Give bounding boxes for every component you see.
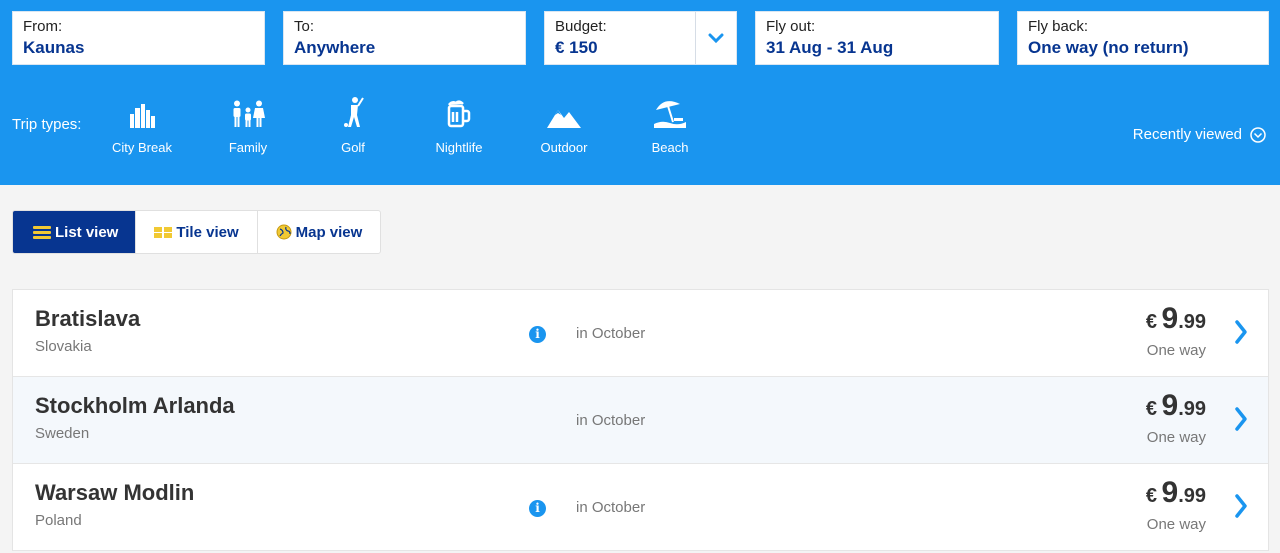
tile-view-label: Tile view <box>176 223 239 241</box>
beer-icon <box>447 100 471 128</box>
to-value: Anywhere <box>294 38 376 57</box>
price-decimal: .99 <box>1178 485 1206 507</box>
fly-back-field[interactable]: Fly back: One way (no return) <box>1017 11 1269 65</box>
fly-out-field[interactable]: Fly out: 31 Aug - 31 Aug <box>755 11 999 65</box>
beach-umbrella-icon <box>654 101 686 128</box>
price-currency: € <box>1145 485 1158 507</box>
family-icon <box>233 100 265 127</box>
trip-type-golf[interactable]: Golf <box>308 94 398 155</box>
price: € 9.99 <box>1146 476 1206 510</box>
table-row[interactable]: Warsaw Modlin Poland i in October € 9.99… <box>13 464 1268 551</box>
trip-type-family[interactable]: Family <box>203 94 293 155</box>
city-icon <box>130 104 155 128</box>
trip-kind: One way <box>1146 429 1206 446</box>
trip-kind: One way <box>1146 516 1206 533</box>
chevron-right-icon[interactable] <box>1234 493 1248 519</box>
golf-icon <box>344 97 364 127</box>
price-integer: 9 <box>1161 302 1179 335</box>
trip-type-label: City Break <box>112 140 172 155</box>
tile-icon <box>154 227 173 238</box>
trip-type-city-break[interactable]: City Break <box>97 94 187 155</box>
search-header: From: Kaunas To: Anywhere Budget: € 150 … <box>0 0 1280 185</box>
trip-types-label: Trip types: <box>12 116 82 133</box>
trip-type-label: Outdoor <box>540 140 588 155</box>
list-icon <box>33 226 51 239</box>
price-currency: € <box>1145 398 1158 420</box>
price-decimal: .99 <box>1178 398 1206 420</box>
info-icon[interactable]: i <box>529 500 546 517</box>
chevron-circle-down-icon <box>1250 126 1266 143</box>
price-currency: € <box>1145 311 1158 333</box>
fly-back-value: One way (no return) <box>1028 38 1189 57</box>
map-view-label: Map view <box>295 223 363 241</box>
map-view-button[interactable]: Map view <box>258 211 381 253</box>
trip-type-nightlife[interactable]: Nightlife <box>414 94 504 155</box>
destination-city: Bratislava <box>35 306 141 331</box>
trip-type-label: Golf <box>341 140 365 155</box>
budget-field[interactable]: Budget: € 150 <box>544 11 737 65</box>
info-icon[interactable]: i <box>529 326 546 343</box>
from-field[interactable]: From: Kaunas <box>12 11 265 65</box>
destination-list: Bratislava Slovakia i in October € 9.99 … <box>12 289 1269 551</box>
price-integer: 9 <box>1161 389 1179 422</box>
travel-period: in October <box>576 325 646 342</box>
from-label: From: <box>23 18 63 35</box>
table-row[interactable]: Bratislava Slovakia i in October € 9.99 … <box>13 290 1268 377</box>
price: € 9.99 <box>1146 302 1206 336</box>
trip-type-label: Nightlife <box>435 140 483 155</box>
trip-type-outdoor[interactable]: Outdoor <box>519 94 609 155</box>
trip-type-beach[interactable]: Beach <box>625 94 715 155</box>
from-value: Kaunas <box>23 38 85 57</box>
travel-period: in October <box>576 412 646 429</box>
destination-country: Poland <box>35 512 82 529</box>
trip-type-label: Beach <box>651 140 689 155</box>
chevron-right-icon[interactable] <box>1234 319 1248 345</box>
mountain-icon <box>547 110 581 128</box>
destination-city: Warsaw Modlin <box>35 480 195 505</box>
to-field[interactable]: To: Anywhere <box>283 11 526 65</box>
price: € 9.99 <box>1146 389 1206 423</box>
fly-out-value: 31 Aug - 31 Aug <box>766 38 894 57</box>
view-switcher: List view Tile view Map view <box>12 210 382 254</box>
budget-dropdown-button[interactable] <box>695 12 736 64</box>
recently-viewed-label: Recently viewed <box>1132 126 1242 143</box>
tile-view-button[interactable]: Tile view <box>136 211 258 253</box>
trip-type-label: Family <box>228 140 268 155</box>
to-label: To: <box>294 18 315 35</box>
table-row[interactable]: Stockholm Arlanda Sweden in October € 9.… <box>13 377 1268 464</box>
travel-period: in October <box>576 499 646 516</box>
globe-icon <box>276 224 292 240</box>
destination-country: Slovakia <box>35 338 92 355</box>
price-decimal: .99 <box>1178 311 1206 333</box>
list-view-button[interactable]: List view <box>13 211 137 253</box>
fly-out-label: Fly out: <box>766 18 816 35</box>
price-integer: 9 <box>1161 476 1179 509</box>
trip-kind: One way <box>1146 342 1206 359</box>
destination-city: Stockholm Arlanda <box>35 393 235 418</box>
recently-viewed-toggle[interactable]: Recently viewed <box>1133 126 1266 143</box>
list-view-label: List view <box>55 223 119 241</box>
destination-country: Sweden <box>35 425 90 442</box>
chevron-down-icon <box>708 33 724 43</box>
fly-back-label: Fly back: <box>1028 18 1089 35</box>
chevron-right-icon[interactable] <box>1234 406 1248 432</box>
